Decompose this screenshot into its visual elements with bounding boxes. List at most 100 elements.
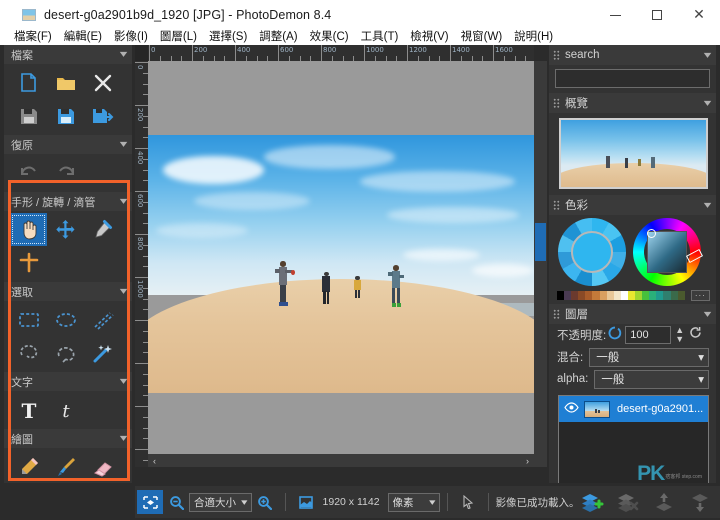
save-as-icon[interactable]: [47, 99, 84, 132]
color-swatch[interactable]: [599, 291, 607, 300]
color-swatches[interactable]: ···: [557, 290, 711, 301]
layer-list[interactable]: desert-g0a2901... PK 痞客邦 step.com: [558, 395, 709, 483]
color-swatch[interactable]: [613, 291, 621, 300]
menu-select[interactable]: 選擇(S): [203, 30, 253, 45]
add-layer-button[interactable]: [574, 487, 610, 517]
measure-tool-icon[interactable]: [10, 246, 47, 279]
layer-list-item[interactable]: desert-g0a2901...: [559, 396, 708, 422]
close-image-icon[interactable]: [84, 66, 121, 99]
undo-icon[interactable]: [10, 156, 47, 189]
lasso-select-icon[interactable]: [10, 336, 47, 369]
color-swatch[interactable]: [585, 291, 593, 300]
opacity-input[interactable]: 100: [625, 326, 672, 344]
drag-handle-icon[interactable]: [553, 199, 560, 211]
zoom-out-button[interactable]: [163, 490, 189, 514]
menu-tools[interactable]: 工具(T): [355, 30, 405, 45]
search-section-header[interactable]: search ▾: [549, 45, 716, 65]
scroll-right-arrow-icon[interactable]: ›: [521, 454, 534, 467]
drag-handle-icon[interactable]: [553, 97, 560, 109]
color-swatch[interactable]: [564, 291, 572, 300]
save-icon[interactable]: [10, 99, 47, 132]
opacity-spinner[interactable]: ▲ ▼: [675, 326, 684, 344]
search-input[interactable]: [555, 69, 710, 88]
color-hue-wheel[interactable]: [633, 218, 703, 286]
drag-handle-icon[interactable]: [553, 49, 560, 61]
lower-layer-button[interactable]: [682, 487, 718, 517]
fancy-text-tool-icon[interactable]: t: [47, 393, 84, 426]
menu-image[interactable]: 影像(I): [108, 30, 154, 45]
unit-combo[interactable]: 像素 ▾: [387, 492, 440, 512]
polygon-select-icon[interactable]: [47, 336, 84, 369]
menu-edit[interactable]: 編輯(E): [58, 30, 108, 45]
new-image-icon[interactable]: [10, 66, 47, 99]
open-image-icon[interactable]: [47, 66, 84, 99]
alpha-mode-combo[interactable]: 一般 ▾: [594, 369, 709, 389]
scroll-left-arrow-icon[interactable]: ‹: [148, 454, 161, 467]
line-select-icon[interactable]: [84, 303, 121, 336]
color-swatch[interactable]: [627, 291, 636, 300]
brush-tool-icon[interactable]: [47, 450, 84, 483]
color-swatch[interactable]: [592, 291, 600, 300]
more-colors-button[interactable]: ···: [690, 290, 711, 301]
section-header-undo[interactable]: 復原 ▾: [4, 135, 132, 154]
zoom-in-button[interactable]: [252, 490, 278, 514]
eraser-tool-icon[interactable]: [84, 450, 121, 483]
magic-wand-icon[interactable]: [84, 336, 121, 369]
color-swatch[interactable]: [578, 291, 586, 300]
rect-select-icon[interactable]: [10, 303, 47, 336]
text-tool-icon[interactable]: T: [10, 393, 47, 426]
horizontal-scrollbar[interactable]: ‹ ›: [148, 454, 534, 467]
drag-handle-icon[interactable]: [553, 308, 560, 320]
hand-tool-icon[interactable]: [10, 213, 47, 246]
color-swatch[interactable]: [642, 291, 650, 300]
fit-to-screen-button[interactable]: [137, 490, 163, 514]
close-button[interactable]: ✕: [678, 0, 720, 30]
section-header-text[interactable]: 文字 ▾: [4, 372, 132, 391]
overview-thumbnail[interactable]: [559, 118, 708, 189]
zoom-level-combo[interactable]: 合適大小 ▾: [189, 492, 252, 512]
vertical-scrollbar[interactable]: [534, 61, 547, 467]
color-swatch[interactable]: [663, 291, 671, 300]
overview-section-header[interactable]: 概覽 ▾: [549, 93, 716, 113]
menu-effects[interactable]: 效果(C): [304, 30, 355, 45]
menu-view[interactable]: 檢視(V): [404, 30, 454, 45]
color-swatch[interactable]: [620, 291, 628, 300]
minimize-button[interactable]: [594, 0, 636, 30]
image-viewport[interactable]: [148, 61, 534, 467]
menu-window[interactable]: 視窗(W): [455, 30, 509, 45]
color-section-header[interactable]: 色彩 ▾: [549, 195, 716, 215]
pencil-tool-icon[interactable]: [10, 450, 47, 483]
redo-icon[interactable]: [47, 156, 84, 189]
layer-visibility-icon[interactable]: [564, 400, 579, 418]
eyedropper-tool-icon[interactable]: [84, 213, 121, 246]
menu-help[interactable]: 說明(H): [508, 30, 559, 45]
section-header-navigation[interactable]: 手形 / 旋轉 / 滴管 ▾: [4, 192, 132, 211]
opacity-dial-icon[interactable]: [608, 326, 622, 345]
color-swatch[interactable]: [635, 291, 643, 300]
move-tool-icon[interactable]: [47, 213, 84, 246]
export-icon[interactable]: [84, 99, 121, 132]
section-header-selection[interactable]: 選取 ▾: [4, 282, 132, 301]
raise-layer-button[interactable]: [646, 487, 682, 517]
menu-adjust[interactable]: 調整(A): [253, 30, 303, 45]
section-header-paint[interactable]: 繪圖 ▾: [4, 429, 132, 448]
color-swatch[interactable]: [670, 291, 678, 300]
menu-file[interactable]: 檔案(F): [8, 30, 58, 45]
color-swatch[interactable]: [677, 291, 685, 300]
color-swatch[interactable]: [557, 291, 565, 300]
color-swatch[interactable]: [606, 291, 614, 300]
color-swatch[interactable]: [649, 291, 657, 300]
section-header-file[interactable]: 檔案 ▾: [4, 45, 132, 64]
layers-section-header[interactable]: 圖層 ▾: [549, 304, 716, 324]
blend-mode-combo[interactable]: 一般 ▾: [589, 347, 709, 367]
color-swatch[interactable]: [656, 291, 664, 300]
ellipse-select-icon[interactable]: [47, 303, 84, 336]
vertical-scrollbar-thumb[interactable]: [535, 223, 546, 261]
color-variation-wheel[interactable]: [558, 218, 626, 286]
color-swatch[interactable]: [571, 291, 579, 300]
menu-layer[interactable]: 圖層(L): [154, 30, 203, 45]
delete-layer-button[interactable]: [610, 487, 646, 517]
image-canvas[interactable]: [148, 135, 534, 393]
maximize-button[interactable]: [636, 0, 678, 30]
reset-opacity-icon[interactable]: [689, 326, 702, 344]
